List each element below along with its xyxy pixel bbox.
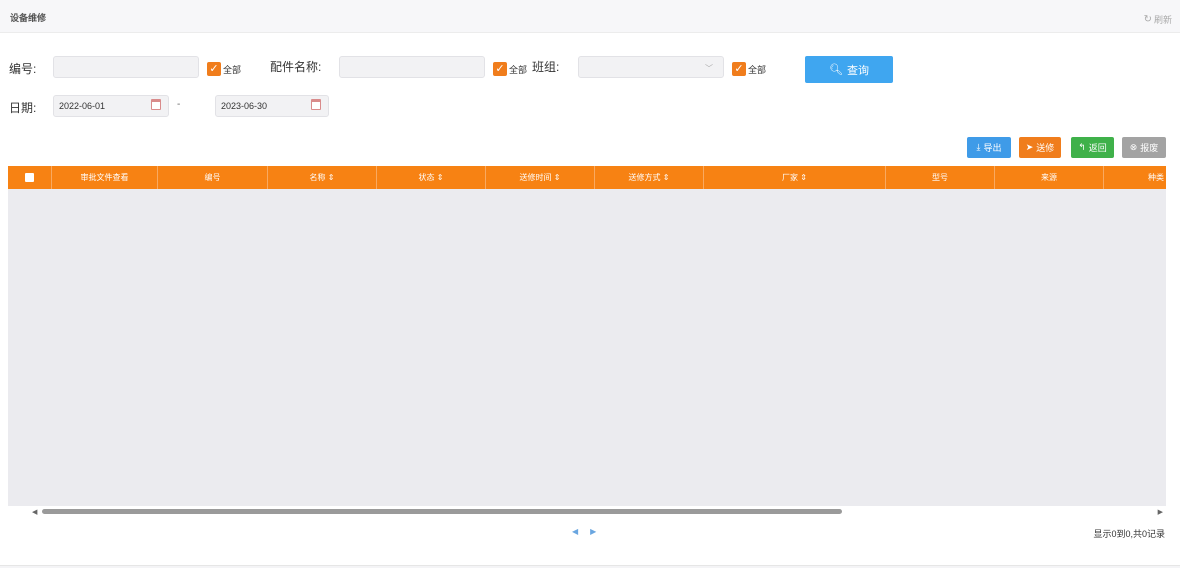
return-label: 返回: [1088, 143, 1107, 153]
part-all-label: 全部: [509, 64, 528, 75]
team-all-checkbox[interactable]: ✓ 全部: [732, 62, 766, 76]
col-name[interactable]: 名称 ⇕: [268, 166, 377, 189]
col-manufacturer[interactable]: 厂家 ⇕: [704, 166, 886, 189]
team-all-label: 全部: [748, 64, 767, 75]
code-all-checkbox[interactable]: ✓ 全部: [207, 62, 241, 76]
refresh-button[interactable]: ↻ 刷新: [1144, 13, 1172, 26]
reply-icon: ↰: [1078, 142, 1086, 152]
check-icon: ✓: [493, 62, 507, 76]
title-bar: 设备维修 ↻ 刷新: [0, 0, 1180, 33]
send-repair-button[interactable]: ➤ 送修: [1019, 137, 1061, 158]
col-repair-time[interactable]: 送修时间 ⇕: [486, 166, 595, 189]
team-select[interactable]: ﹀: [578, 56, 724, 78]
col-approval-file[interactable]: 审批文件查看: [52, 166, 158, 189]
horizontal-scrollbar[interactable]: ◀ ▶: [8, 506, 1166, 518]
query-label: 查询: [846, 64, 869, 77]
date-label: 日期:: [9, 101, 37, 115]
scroll-right-icon[interactable]: ▶: [1158, 508, 1163, 516]
search-icon: 🔍︎: [829, 64, 843, 76]
check-icon: ✓: [732, 62, 746, 76]
col-model[interactable]: 型号: [886, 166, 995, 189]
select-all-checkbox[interactable]: [8, 166, 52, 189]
col-category[interactable]: 种类: [1104, 166, 1166, 189]
pagination: ◀ ▶: [572, 527, 596, 536]
record-info: 显示0到0,共0记录: [1093, 529, 1165, 539]
calendar-icon[interactable]: [151, 99, 161, 110]
part-name-input[interactable]: [339, 56, 485, 78]
scroll-left-icon[interactable]: ◀: [32, 508, 37, 516]
refresh-label: 刷新: [1153, 15, 1172, 25]
prev-page-icon[interactable]: ◀: [572, 527, 578, 536]
date-from-value: 2022-06-01: [59, 101, 106, 111]
check-icon: ✓: [207, 62, 221, 76]
next-page-icon[interactable]: ▶: [590, 527, 596, 536]
calendar-icon[interactable]: [311, 99, 321, 110]
close-circle-icon: ⊗: [1129, 142, 1138, 152]
table-header: 审批文件查看 编号 名称 ⇕ 状态 ⇕ 送修时间 ⇕ 送修方式 ⇕ 厂家 ⇕ 型…: [8, 166, 1166, 189]
part-name-label: 配件名称:: [270, 60, 322, 74]
data-table: 审批文件查看 编号 名称 ⇕ 状态 ⇕ 送修时间 ⇕ 送修方式 ⇕ 厂家 ⇕ 型…: [8, 166, 1166, 518]
date-from-input[interactable]: 2022-06-01: [53, 95, 169, 117]
col-status[interactable]: 状态 ⇕: [377, 166, 486, 189]
return-button[interactable]: ↰ 返回: [1071, 137, 1114, 158]
date-to-value: 2023-06-30: [221, 101, 268, 111]
col-source[interactable]: 来源: [995, 166, 1104, 189]
part-all-checkbox[interactable]: ✓ 全部: [493, 62, 527, 76]
main-panel: 设备维修 ↻ 刷新 编号: ✓ 全部 配件名称: ✓ 全部 班组: ﹀ ✓ 全部…: [0, 0, 1180, 566]
date-to-input[interactable]: 2023-06-30: [215, 95, 329, 117]
checkbox-icon: [25, 173, 34, 182]
scrollbar-thumb[interactable]: [42, 509, 842, 514]
scrap-button[interactable]: ⊗ 报废: [1122, 137, 1166, 158]
download-icon: ⤓: [976, 142, 981, 152]
chevron-down-icon: ﹀: [705, 64, 713, 73]
code-all-label: 全部: [223, 64, 242, 75]
date-separator: -: [177, 99, 181, 110]
page-title: 设备维修: [10, 13, 47, 23]
send-repair-label: 送修: [1036, 143, 1055, 153]
scrap-label: 报废: [1140, 143, 1159, 153]
col-code[interactable]: 编号: [158, 166, 268, 189]
refresh-icon: ↻: [1143, 14, 1152, 25]
send-icon: ➤: [1025, 142, 1034, 152]
col-repair-method[interactable]: 送修方式 ⇕: [595, 166, 704, 189]
export-button[interactable]: ⤓ 导出: [967, 137, 1011, 158]
team-label: 班组:: [532, 60, 560, 74]
code-input[interactable]: [53, 56, 199, 78]
code-label: 编号:: [9, 62, 37, 76]
export-label: 导出: [983, 143, 1002, 153]
query-button[interactable]: 🔍︎ 查询: [805, 56, 893, 83]
